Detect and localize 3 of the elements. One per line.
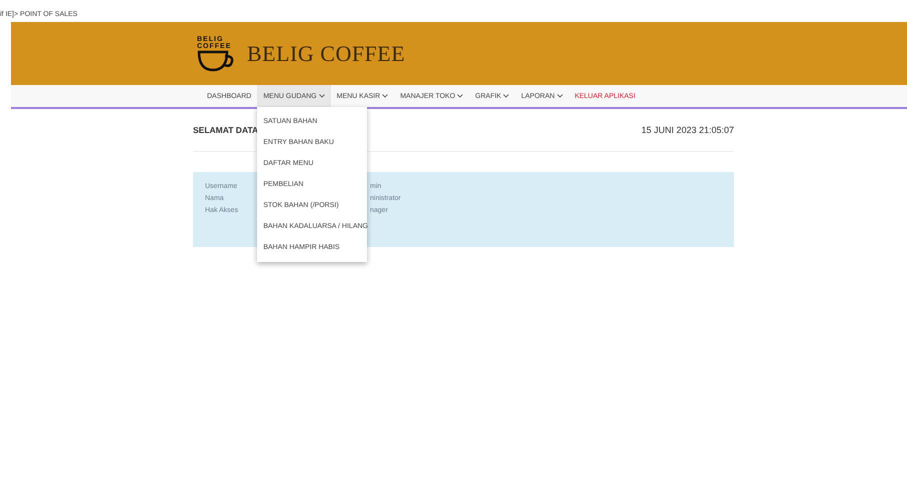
datetime-text: 15 JUNI 2023 21:05:07	[641, 125, 734, 135]
welcome-heading: SELAMAT DATA	[193, 125, 258, 135]
brand-title: BELIG COFFEE	[247, 40, 406, 66]
